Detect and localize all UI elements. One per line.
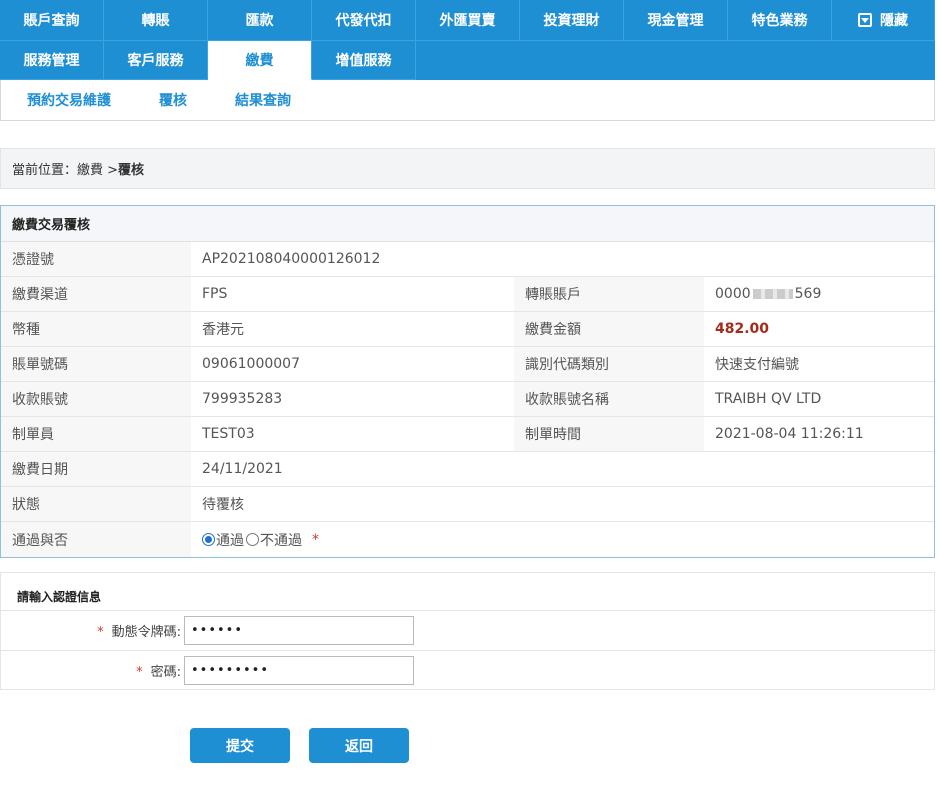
maker-label: 制單員 — [1, 417, 191, 451]
token-row: * 動態令牌碼: •••••• — [1, 611, 934, 651]
table-row: 繳費日期 24/11/2021 — [1, 452, 934, 487]
nav-value-added[interactable]: 增值服務 — [312, 41, 416, 80]
bill-value: 09061000007 — [202, 356, 300, 372]
required-mark: * — [136, 664, 143, 680]
nav-hide-label: 隱藏 — [880, 13, 908, 29]
payee-account-label: 收款賬號 — [1, 382, 191, 416]
id-type-label: 識別代碼類別 — [514, 347, 704, 381]
maker-value: TEST03 — [202, 426, 255, 442]
pay-date-label: 繳費日期 — [1, 452, 191, 486]
approve-yes-label[interactable]: 通過 — [216, 530, 244, 550]
amount-value: 482.00 — [715, 321, 770, 337]
top-navigation: 賬戶查詢 轉賬 匯款 代發代扣 外匯買賣 投資理財 現金管理 特色業務 隱藏 服… — [0, 0, 935, 80]
password-label: * 密碼: — [1, 661, 184, 680]
voucher-label: 憑證號 — [1, 242, 191, 276]
make-time-value: 2021-08-04 11:26:11 — [715, 426, 864, 442]
account-label: 轉賬賬戶 — [514, 277, 704, 311]
table-row: 幣種 香港元 繳費金額 482.00 — [1, 312, 934, 347]
approve-options: 通過 不通過 * — [191, 522, 934, 557]
breadcrumb-current: 覆核 — [118, 163, 145, 178]
nav-bill-payment[interactable]: 繳費 — [208, 41, 312, 80]
approve-yes-radio[interactable]: 通過 — [202, 530, 244, 550]
nav-payroll[interactable]: 代發代扣 — [312, 0, 416, 41]
nav-hide-toggle[interactable]: 隱藏 — [832, 0, 935, 41]
masked-digits — [752, 289, 793, 299]
table-row: 制單員 TEST03 制單時間 2021-08-04 11:26:11 — [1, 417, 934, 452]
nav-row-1: 賬戶查詢 轉賬 匯款 代發代扣 外匯買賣 投資理財 現金管理 特色業務 隱藏 — [0, 0, 935, 41]
password-row: * 密碼: ••••••••• — [1, 651, 934, 689]
table-row: 狀態 待覆核 — [1, 487, 934, 522]
auth-title: 請輸入認證信息 — [1, 573, 934, 611]
id-type-value: 快速支付編號 — [715, 357, 799, 373]
table-row: 通過與否 通過 不通過 * — [1, 522, 934, 557]
password-input[interactable]: ••••••••• — [184, 655, 414, 685]
radio-unchecked-icon[interactable] — [246, 533, 259, 546]
sub-navigation: 預約交易維護 覆核 結果查詢 — [0, 80, 935, 121]
nav-service-management[interactable]: 服務管理 — [0, 41, 104, 80]
channel-label: 繳費渠道 — [1, 277, 191, 311]
currency-label: 幣種 — [1, 312, 191, 346]
token-input[interactable]: •••••• — [184, 616, 414, 645]
table-row: 賬單號碼 09061000007 識別代碼類別 快速支付編號 — [1, 347, 934, 382]
breadcrumb-prefix: 當前位置：繳費 > — [12, 163, 119, 178]
token-label: * 動態令牌碼: — [1, 621, 184, 640]
nav-special-services[interactable]: 特色業務 — [728, 0, 832, 41]
chevron-down-icon — [858, 13, 872, 27]
nav-transfer[interactable]: 轉賬 — [104, 0, 208, 41]
nav-cash-management[interactable]: 現金管理 — [624, 0, 728, 41]
payee-name-label: 收款賬號名稱 — [514, 382, 704, 416]
subnav-review[interactable]: 覆核 — [159, 90, 187, 110]
password-label-text: 密碼: — [150, 664, 181, 680]
nav-investment[interactable]: 投資理財 — [520, 0, 624, 41]
required-mark: * — [312, 531, 319, 548]
channel-value: FPS — [202, 286, 228, 302]
status-label: 狀態 — [1, 487, 191, 521]
status-value: 待覆核 — [202, 497, 244, 513]
payee-account-value: 799935283 — [202, 391, 283, 407]
nav-row-2: 服務管理 客戶服務 繳費 增值服務 — [0, 41, 935, 80]
breadcrumb: 當前位置：繳費 > 覆核 — [0, 148, 935, 189]
table-row: 收款賬號 799935283 收款賬號名稱 TRAIBH QV LTD — [1, 382, 934, 417]
table-row: 繳費渠道 FPS 轉賬賬戶 0000 569 — [1, 277, 934, 312]
approve-label: 通過與否 — [1, 522, 191, 557]
required-mark: * — [97, 625, 104, 640]
pay-date-value: 24/11/2021 — [202, 461, 283, 477]
nav-account-inquiry[interactable]: 賬戶查詢 — [0, 0, 104, 41]
token-label-text: 動態令牌碼: — [111, 625, 181, 640]
table-row: 憑證號 AP202108040000126012 — [1, 242, 934, 277]
currency-value: 香港元 — [202, 322, 244, 338]
back-button[interactable]: 返回 — [309, 728, 409, 763]
subnav-result-inquiry[interactable]: 結果查詢 — [235, 90, 291, 110]
auth-panel: 請輸入認證信息 * 動態令牌碼: •••••• * 密碼: ••••••••• — [0, 572, 935, 690]
subnav-scheduled-maintenance[interactable]: 預約交易維護 — [27, 90, 111, 110]
account-suffix: 569 — [794, 286, 822, 302]
nav-forex[interactable]: 外匯買賣 — [416, 0, 520, 41]
payment-review-panel: 繳費交易覆核 憑證號 AP202108040000126012 繳費渠道 FPS… — [0, 205, 935, 558]
panel-title: 繳費交易覆核 — [1, 206, 934, 242]
submit-button[interactable]: 提交 — [190, 728, 290, 763]
account-value: 0000 569 — [704, 277, 934, 311]
payee-name-value: TRAIBH QV LTD — [715, 391, 822, 407]
nav-remittance[interactable]: 匯款 — [208, 0, 312, 41]
radio-checked-icon[interactable] — [202, 533, 215, 546]
nav-customer-service[interactable]: 客戶服務 — [104, 41, 208, 80]
voucher-value: AP202108040000126012 — [202, 251, 381, 267]
account-prefix: 0000 — [715, 286, 751, 302]
make-time-label: 制單時間 — [514, 417, 704, 451]
approve-no-label[interactable]: 不通過 — [260, 530, 302, 550]
bill-label: 賬單號碼 — [1, 347, 191, 381]
approve-no-radio[interactable]: 不通過 — [246, 530, 302, 550]
amount-label: 繳費金額 — [514, 312, 704, 346]
